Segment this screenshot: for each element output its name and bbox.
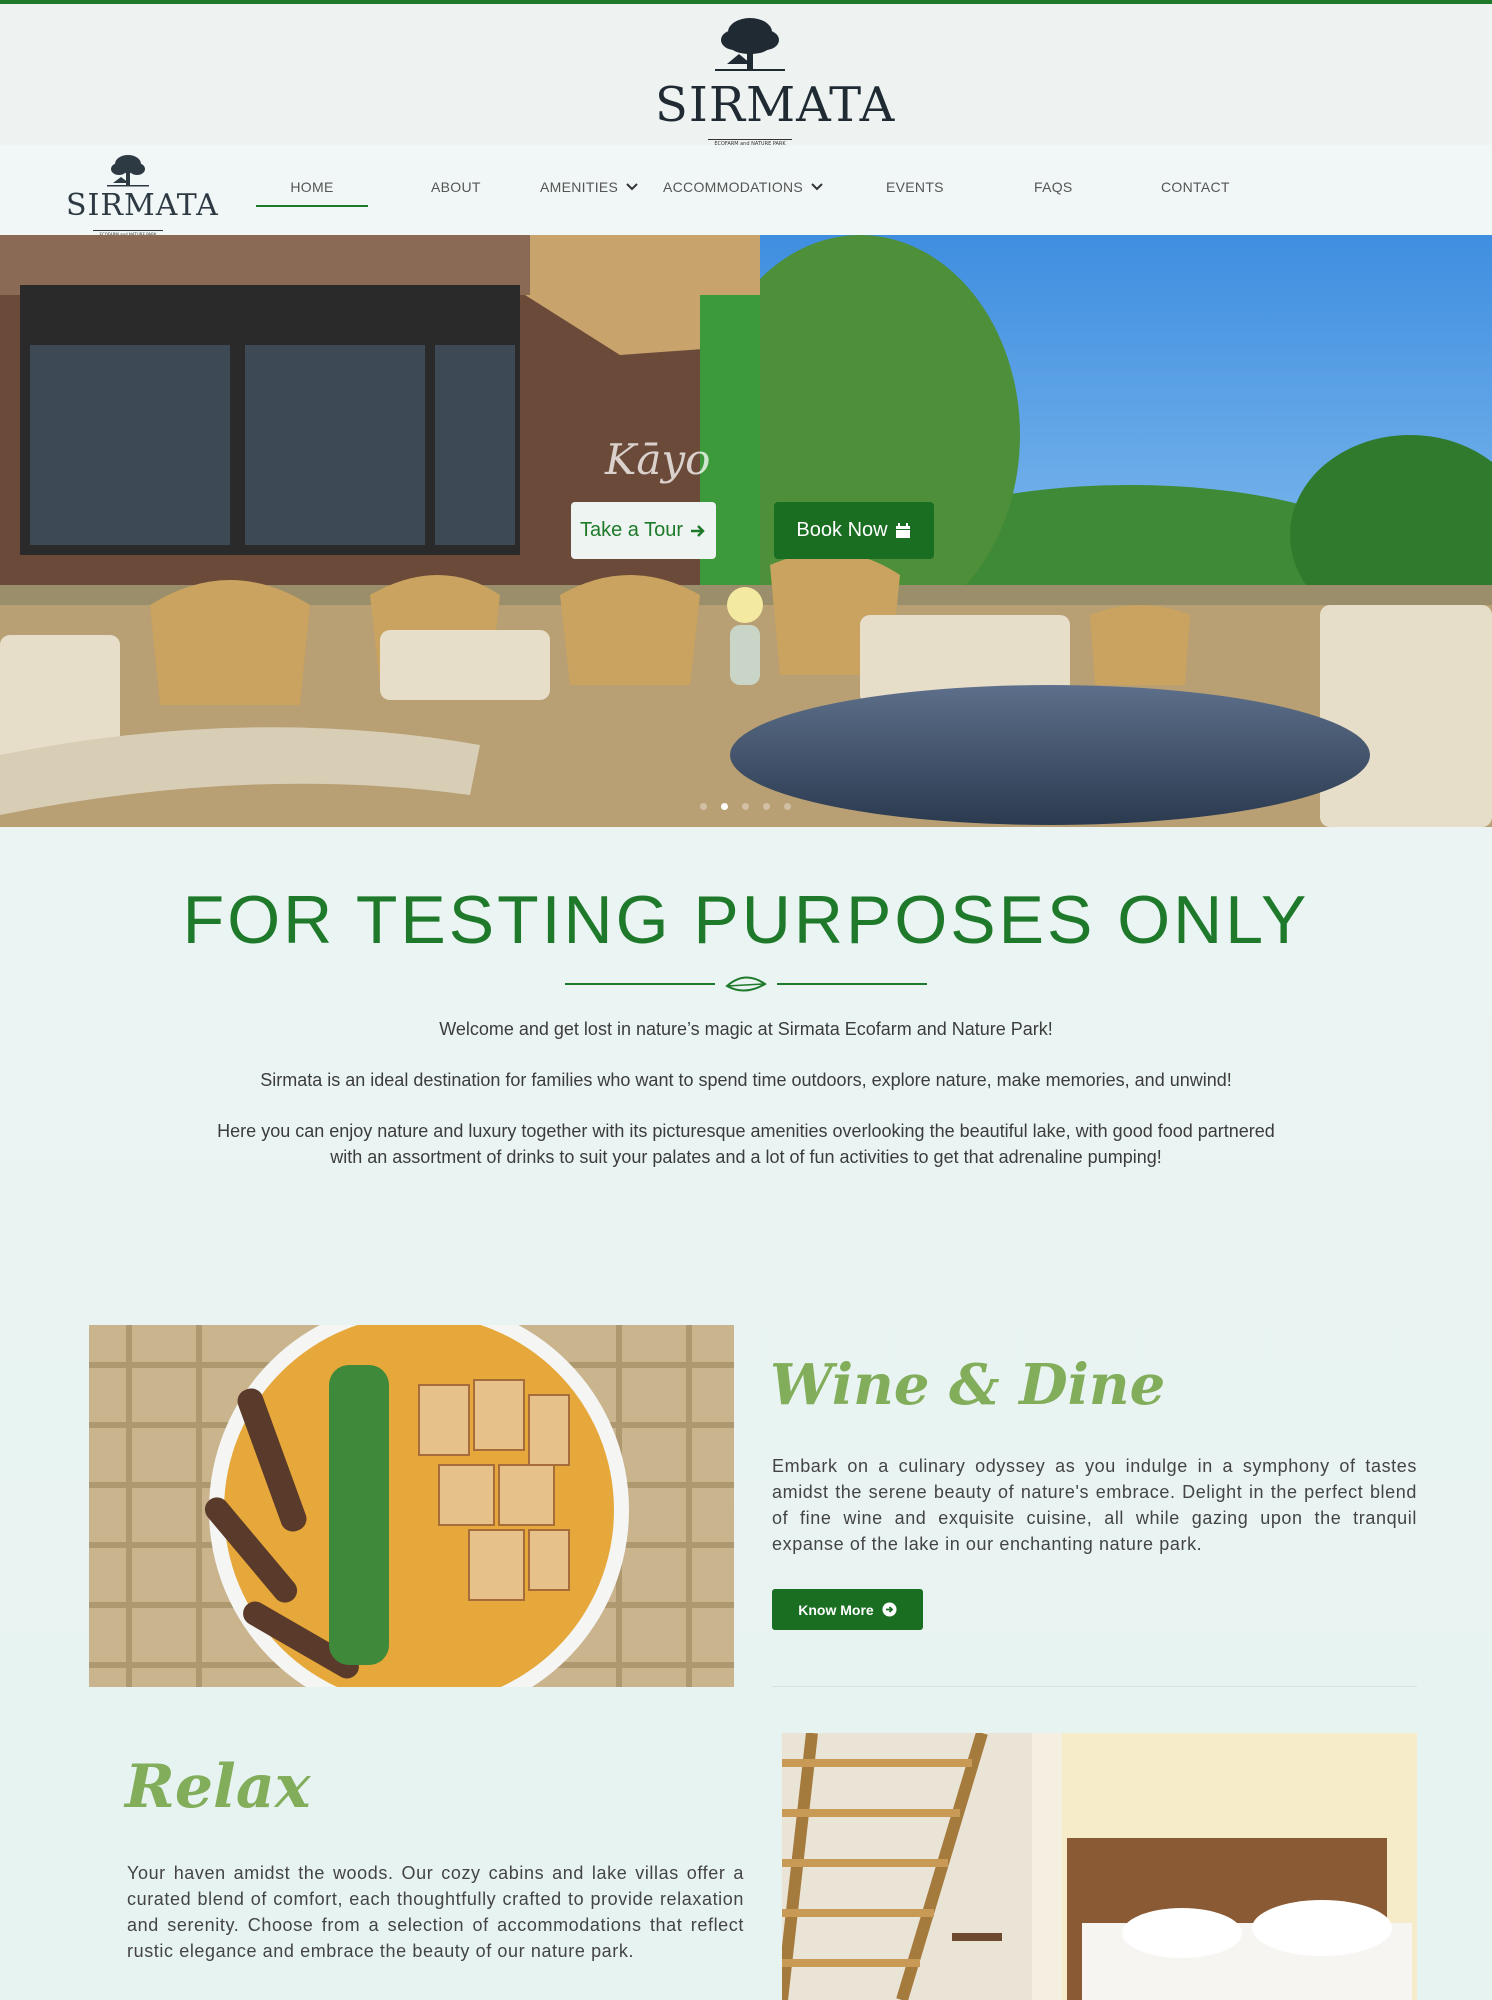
brand-logo-large[interactable]: SIRMATA ECOFARM and NATURE PARK xyxy=(655,14,896,149)
chevron-down-icon xyxy=(626,183,638,191)
brand-logo-small[interactable]: SIRMATA ECOFARM and NATURE PARK xyxy=(66,153,219,239)
intro-paragraph-3: Here you can enjoy nature and luxury tog… xyxy=(217,1121,1275,1167)
nav-faqs-label: FAQS xyxy=(1034,179,1073,195)
nav-home-label: HOME xyxy=(290,179,334,195)
nav-contact[interactable]: CONTACT xyxy=(1161,179,1230,195)
wine-dine-text: Embark on a culinary odyssey as you indu… xyxy=(772,1456,1417,1554)
intro-paragraph-2: Sirmata is an ideal destination for fami… xyxy=(260,1070,1232,1090)
main-navbar: SIRMATA ECOFARM and NATURE PARK HOME ABO… xyxy=(0,145,1492,239)
nav-faqs[interactable]: FAQS xyxy=(1034,179,1073,195)
hero-carousel: Kāyo Take a Tour Book Now xyxy=(0,235,1492,827)
tree-logo-icon xyxy=(107,155,149,187)
leaf-icon xyxy=(725,976,767,992)
carousel-dot[interactable] xyxy=(700,803,707,810)
wine-dine-title: Wine & Dine xyxy=(770,1352,1166,1418)
intro-section: FOR TESTING PURPOSES ONLY Welcome and ge… xyxy=(0,880,1492,1170)
carousel-dot[interactable] xyxy=(742,803,749,810)
know-more-button[interactable]: Know More xyxy=(772,1589,923,1630)
nav-events[interactable]: EVENTS xyxy=(886,179,944,195)
brand-name-small: SIRMATA xyxy=(66,188,219,223)
book-now-button[interactable]: Book Now xyxy=(774,502,934,559)
nav-home[interactable]: HOME xyxy=(256,179,368,207)
relax-text: Your haven amidst the woods. Our cozy ca… xyxy=(127,1863,744,1961)
nav-accommodations-label: ACCOMMODATIONS xyxy=(663,179,804,195)
section-divider xyxy=(772,1686,1417,1687)
carousel-dot-active[interactable] xyxy=(721,803,728,810)
intro-paragraph-1: Welcome and get lost in nature’s magic a… xyxy=(439,1019,1053,1039)
calendar-icon xyxy=(895,522,910,538)
nav-accommodations[interactable]: ACCOMMODATIONS xyxy=(663,179,825,195)
leaf-divider xyxy=(565,972,927,996)
wine-dine-image xyxy=(89,1325,734,1687)
know-more-label: Know More xyxy=(798,1601,874,1618)
arrow-right-icon xyxy=(691,524,705,537)
nav-amenities-label: AMENITIES xyxy=(540,179,619,195)
carousel-dot[interactable] xyxy=(784,803,791,810)
carousel-indicators xyxy=(700,803,791,810)
book-now-label: Book Now xyxy=(796,519,888,541)
brand-name: SIRMATA xyxy=(655,77,896,133)
hero-script-text: Kāyo xyxy=(605,435,711,484)
nav-about[interactable]: ABOUT xyxy=(431,179,481,195)
nav-events-label: EVENTS xyxy=(886,179,944,195)
carousel-dot[interactable] xyxy=(763,803,770,810)
hero-image xyxy=(0,235,1492,827)
relax-image xyxy=(782,1733,1417,2000)
room-photo xyxy=(782,1733,1417,2000)
take-a-tour-button[interactable]: Take a Tour xyxy=(571,502,716,559)
arrow-circle-right-icon xyxy=(882,1602,897,1617)
food-photo xyxy=(89,1325,734,1687)
page-title: FOR TESTING PURPOSES ONLY xyxy=(182,882,1310,958)
nav-about-label: ABOUT xyxy=(431,179,481,195)
tree-logo-icon xyxy=(715,18,785,71)
take-a-tour-label: Take a Tour xyxy=(579,519,684,541)
top-logo-bar: SIRMATA ECOFARM and NATURE PARK xyxy=(0,0,1492,149)
relax-title: Relax xyxy=(125,1752,311,1822)
chevron-down-icon xyxy=(811,183,823,191)
nav-amenities[interactable]: AMENITIES xyxy=(540,179,640,195)
nav-contact-label: CONTACT xyxy=(1161,179,1230,195)
